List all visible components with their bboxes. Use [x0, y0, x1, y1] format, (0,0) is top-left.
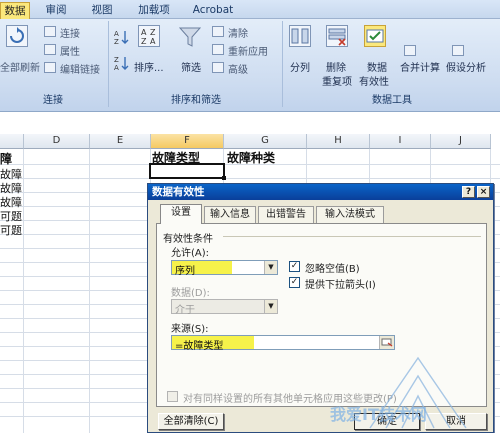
connections-button[interactable]: 连接 [60, 25, 80, 40]
column-header-h[interactable]: H [307, 134, 370, 149]
reapply-button[interactable]: 重新应用 [228, 43, 268, 58]
properties-button[interactable]: 属性 [60, 43, 80, 58]
reapply-icon[interactable] [212, 44, 224, 55]
sort-button[interactable]: 排序... [134, 59, 164, 74]
svg-text:A: A [141, 28, 147, 37]
tab-acrobat[interactable]: Acrobat [188, 2, 238, 19]
data-validation-button[interactable]: 数据 [367, 59, 387, 74]
clear-filter-button[interactable]: 清除 [228, 25, 248, 40]
source-label: 来源(S): [171, 324, 209, 335]
group-separator [108, 21, 109, 107]
data-select-value: 介于 [175, 305, 195, 316]
chevron-down-icon[interactable]: ▼ [264, 261, 277, 274]
ignore-blank-label: 忽略空值(B) [305, 264, 360, 275]
allow-select-value: 序列 [175, 266, 195, 277]
svg-text:A: A [150, 37, 156, 46]
refresh-all-icon[interactable] [6, 25, 28, 47]
filter-icon[interactable] [178, 25, 202, 49]
svg-text:Z: Z [114, 56, 119, 64]
edit-links-button[interactable]: 编辑链接 [60, 61, 100, 76]
cell-left-6[interactable]: 可题 [0, 222, 22, 238]
dialog-title-bar[interactable]: 数据有效性 [148, 184, 493, 200]
svg-text:Z: Z [141, 37, 147, 46]
tab-settings[interactable]: 设置 [160, 204, 202, 224]
source-input-value: =故障类型 [175, 341, 224, 352]
remove-duplicates-icon[interactable] [326, 25, 348, 47]
clear-filter-icon[interactable] [212, 26, 224, 37]
ok-button[interactable]: 确定 [354, 413, 420, 430]
consolidate-button[interactable]: 合并计算 [400, 59, 440, 74]
chevron-down-icon[interactable]: ▼ [264, 300, 277, 313]
close-button[interactable]: × [477, 186, 490, 198]
allow-select[interactable]: 序列 ▼ [171, 260, 278, 277]
data-select[interactable]: 介于 ▼ [171, 299, 278, 316]
data-validation-dialog: 数据有效性 ? × 设置 输入信息 出错警告 输入法模式 有效性条件 允许(A)… [147, 183, 494, 433]
cell-f1-header[interactable]: 故障类型 [152, 149, 200, 166]
column-header-e[interactable]: E [90, 134, 151, 149]
tab-ime-mode[interactable]: 输入法模式 [316, 206, 384, 223]
what-if-button[interactable]: 假设分析 [446, 59, 486, 74]
section-divider [223, 236, 481, 237]
validation-criteria-label: 有效性条件 [163, 234, 213, 245]
tab-input-message[interactable]: 输入信息 [204, 206, 256, 223]
sort-za-icon[interactable]: ZA [114, 55, 130, 72]
sort-az-icon[interactable]: AZ [114, 29, 130, 46]
source-input[interactable]: =故障类型 [171, 335, 395, 352]
range-select-icon[interactable] [379, 336, 394, 349]
dropdown-arrow-label: 提供下拉箭头(I) [305, 280, 376, 291]
group-title-connections: 连接 [43, 95, 63, 106]
cell-g1-header[interactable]: 故障种类 [227, 149, 275, 166]
column-header-g[interactable]: G [224, 134, 307, 149]
svg-text:A: A [114, 64, 119, 71]
sort-dialog-icon[interactable]: AZZA [138, 25, 160, 47]
dialog-title: 数据有效性 [152, 186, 205, 198]
clear-all-button[interactable]: 全部清除(C) [158, 413, 224, 430]
text-to-columns-icon[interactable] [289, 25, 311, 47]
group-title-data-tools: 数据工具 [372, 95, 412, 106]
properties-icon[interactable] [44, 44, 56, 55]
tab-error-alert[interactable]: 出错警告 [258, 206, 314, 223]
consolidate-icon[interactable] [404, 45, 416, 56]
help-button[interactable]: ? [462, 186, 475, 198]
data-label: 数据(D): [171, 288, 210, 299]
text-to-columns-button[interactable]: 分列 [290, 59, 310, 74]
data-validation-icon[interactable] [364, 25, 386, 47]
svg-text:Z: Z [114, 38, 119, 45]
remove-duplicates-button-line2[interactable]: 重复项 [322, 73, 352, 88]
filter-button[interactable]: 筛选 [181, 59, 201, 74]
settings-panel: 有效性条件 允许(A): 序列 ▼ ✓ 忽略空值(B) ✓ 提供下拉箭头(I) … [156, 223, 487, 407]
column-header-f[interactable]: F [151, 134, 224, 149]
edit-links-icon[interactable] [44, 62, 56, 73]
connections-icon[interactable] [44, 26, 56, 37]
column-header-j[interactable]: J [431, 134, 491, 149]
column-header-blank [0, 134, 24, 149]
svg-text:Z: Z [150, 28, 156, 37]
data-validation-button-line2[interactable]: 有效性 [359, 73, 389, 88]
group-title-sort-filter: 排序和筛选 [171, 95, 221, 106]
cell-left-1[interactable]: 障 [0, 150, 12, 167]
column-header-d[interactable]: D [24, 134, 90, 149]
svg-text:A: A [114, 30, 119, 38]
ignore-blank-checkbox[interactable]: ✓ [289, 261, 300, 272]
ribbon: 全部刷新 连接 属性 编辑链接 连接 AZ ZA AZZA 排序... 筛选 清… [0, 19, 500, 112]
tab-data[interactable]: 数据 [0, 2, 30, 19]
ribbon-tab-bar: 数据 审阅 视图 加载项 Acrobat [0, 0, 500, 19]
tab-addins[interactable]: 加载项 [132, 2, 176, 19]
group-separator [282, 21, 283, 107]
column-header-i[interactable]: I [370, 134, 431, 149]
advanced-filter-button[interactable]: 高级 [228, 61, 248, 76]
refresh-all-label[interactable]: 全部刷新 [0, 59, 40, 74]
cell-f2-selected[interactable] [151, 165, 223, 178]
remove-duplicates-button[interactable]: 删除 [326, 59, 346, 74]
dropdown-arrow-checkbox[interactable]: ✓ [289, 277, 300, 288]
allow-label: 允许(A): [171, 248, 210, 259]
apply-all-checkbox[interactable] [167, 391, 178, 402]
what-if-icon[interactable] [452, 45, 464, 56]
cancel-button[interactable]: 取消 [425, 413, 487, 430]
tab-view[interactable]: 视图 [86, 2, 118, 19]
apply-all-label: 对有同样设置的所有其他单元格应用这些更改(P) [183, 394, 397, 405]
tab-review[interactable]: 审阅 [40, 2, 72, 19]
advanced-filter-icon[interactable] [212, 62, 224, 73]
